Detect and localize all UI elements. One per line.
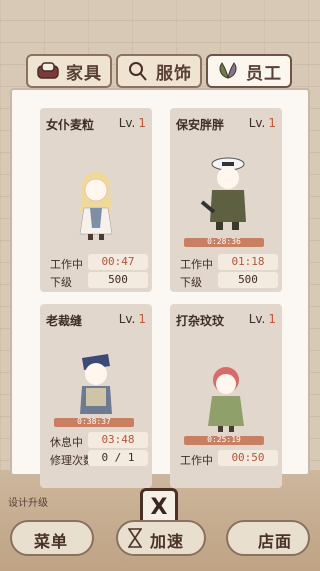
tab-staff[interactable]: 员工 xyxy=(206,54,292,88)
staff-name: 女仆麦粒 xyxy=(46,118,95,132)
next-level-cost: 500 xyxy=(88,272,148,288)
staff-name: 打杂玟玟 xyxy=(176,314,225,328)
helper-character-icon xyxy=(208,367,244,432)
staff-name: 老裁缝 xyxy=(46,314,83,328)
sofa-icon xyxy=(37,62,59,79)
next-level-label: 下级 xyxy=(180,276,202,289)
next-level-cost: 500 xyxy=(218,272,278,288)
tab-clothing-label: 服饰 xyxy=(156,63,192,84)
tab-furniture-label: 家具 xyxy=(66,63,102,84)
status-timer: 00:50 xyxy=(218,450,278,466)
tab-staff-label: 员工 xyxy=(246,63,282,84)
tab-furniture[interactable]: 家具 xyxy=(26,54,112,88)
status-timer: 01:18 xyxy=(218,254,278,270)
leaf-wings-icon xyxy=(219,62,237,79)
shop-button-label: 店面 xyxy=(258,532,293,551)
staff-panel: 女仆麦粒 Lv.1 保安胖胖 Lv.1 0:28:36 老裁缝 Lv.1 xyxy=(10,88,310,488)
status-timer: 00:47 xyxy=(88,254,148,270)
progress-bar: 0:38:37 xyxy=(54,417,134,427)
staff-level: Lv. 1 xyxy=(118,312,146,326)
staff-level: Lv. 1 xyxy=(118,116,146,130)
tailor-character-icon xyxy=(80,354,112,414)
status-label: 工作中 xyxy=(180,258,213,271)
staff-name: 保安胖胖 xyxy=(176,118,225,132)
status-label: 休息中 xyxy=(50,436,83,449)
staff-level: Lv. 1 xyxy=(248,312,276,326)
speed-up-button[interactable]: 加速 xyxy=(116,520,206,556)
status-label: 工作中 xyxy=(180,454,213,467)
clothes-icon xyxy=(129,62,147,81)
tab-clothing[interactable]: 服饰 xyxy=(116,54,202,88)
staff-level: Lv. 1 xyxy=(248,116,276,130)
progress-bar: 0:25:19 xyxy=(184,435,264,445)
progress-bar: 0:28:36 xyxy=(184,237,264,247)
repair-count: 0 / 1 xyxy=(88,450,148,466)
speed-up-label: 加速 xyxy=(150,532,185,551)
hourglass-icon xyxy=(127,528,143,548)
shop-button[interactable]: 店面 xyxy=(226,520,310,556)
menu-button-label: 菜单 xyxy=(34,532,69,551)
status-timer: 03:48 xyxy=(88,432,148,448)
next-level-label: 下级 xyxy=(50,276,72,289)
design-upgrade-hint[interactable]: 设计升级 xyxy=(8,494,48,509)
menu-button[interactable]: 菜单 xyxy=(10,520,94,556)
maid-character-icon xyxy=(79,172,113,240)
guard-character-icon xyxy=(200,157,246,230)
status-label: 工作中 xyxy=(50,258,83,271)
